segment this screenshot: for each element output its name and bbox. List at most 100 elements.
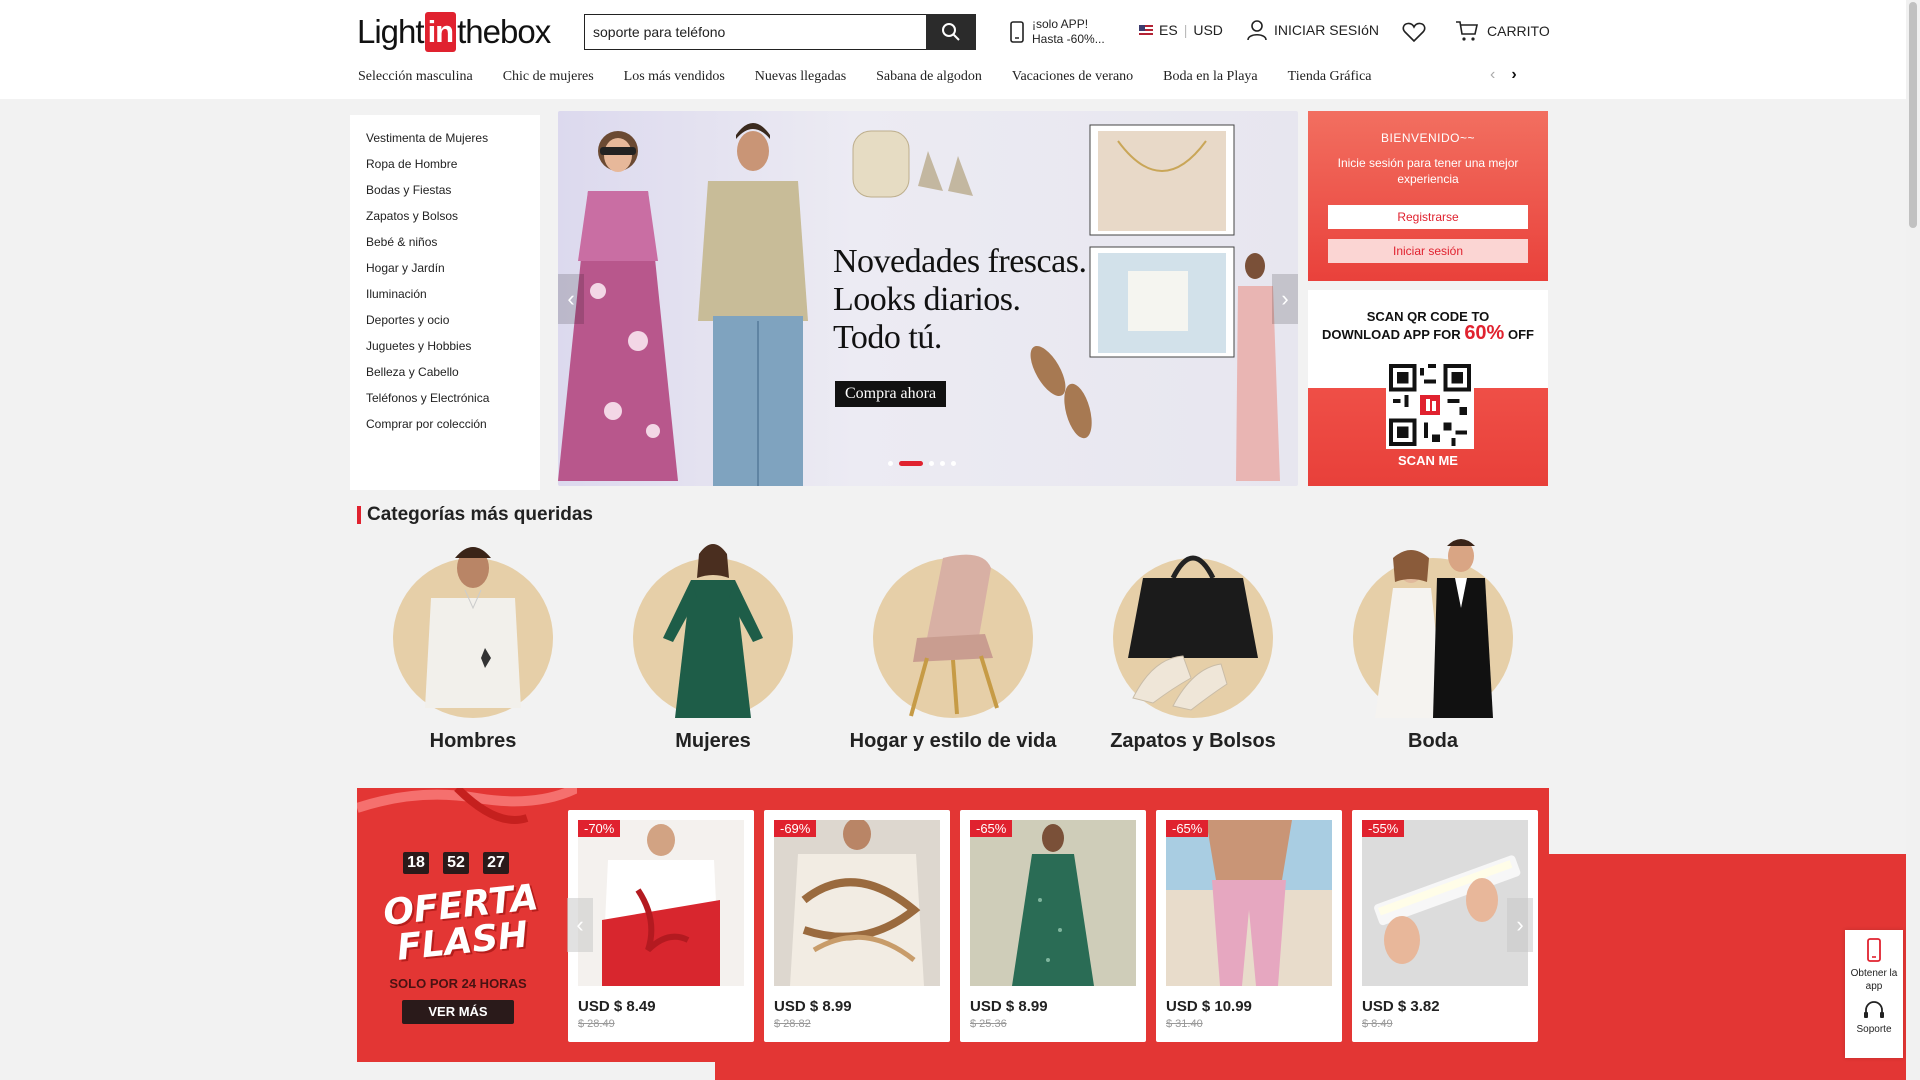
sidebar-category-item[interactable]: Juguetes y Hobbies <box>350 333 540 359</box>
sidebar-category-item[interactable]: Hogar y Jardín <box>350 255 540 281</box>
sidebar-category-item[interactable]: Belleza y Cabello <box>350 359 540 385</box>
category-sidebar: Vestimenta de Mujeres Ropa de Hombre Bodas… <box>350 115 540 490</box>
scrollbar-thumb[interactable] <box>1909 2 1917 228</box>
product-old-price: $ 28.49 <box>578 1018 615 1030</box>
flash-product-card[interactable]: -65% USD $ 8.99 $ 25.36 <box>960 810 1146 1042</box>
banner-dot[interactable] <box>929 461 934 466</box>
product-image <box>1166 820 1332 986</box>
shop-now-button[interactable]: Compra ahora <box>835 381 947 407</box>
nav-item[interactable]: Chic de mujeres <box>503 69 594 85</box>
banner-next-chevron-icon[interactable]: › <box>1272 274 1298 324</box>
discount-badge: -69% <box>774 820 817 837</box>
get-app-label: Obtener la app <box>1850 968 1898 992</box>
nav-item[interactable]: Los más vendidos <box>624 69 725 85</box>
banner-prev-chevron-icon[interactable]: ‹ <box>558 274 584 324</box>
nav-item[interactable]: Nuevas llegadas <box>755 69 846 85</box>
banner-dot[interactable] <box>951 461 956 466</box>
page-scrollbar[interactable] <box>1906 0 1920 1080</box>
nav-arrows: ‹ › <box>1490 66 1517 84</box>
nav-item[interactable]: Selección masculina <box>358 69 473 85</box>
nav-item[interactable]: Sabana de algodon <box>876 69 982 85</box>
product-image <box>970 820 1136 986</box>
wishlist-button[interactable] <box>1402 21 1426 48</box>
app-qr-box[interactable]: SCAN QR CODE TO DOWNLOAD APP FOR 60% OFF… <box>1308 290 1548 486</box>
phone-icon <box>1010 21 1024 43</box>
flash-prev-chevron-icon[interactable]: ‹ <box>567 898 593 952</box>
sidebar-category-item[interactable]: Bebé & niños <box>350 229 540 255</box>
support-label: Soporte <box>1856 1024 1892 1035</box>
sidebar-category-item[interactable]: Ropa de Hombre <box>350 151 540 177</box>
language-label: ES <box>1159 22 1178 38</box>
login-link[interactable]: INICIAR SESIóN <box>1246 19 1379 41</box>
sidebar-category-item[interactable]: Zapatos y Bolsos <box>350 203 540 229</box>
qr-code-image <box>1386 361 1474 449</box>
women-category-image <box>633 544 793 718</box>
wedding-category-image <box>1353 539 1513 718</box>
currency-label: USD <box>1193 22 1223 38</box>
sidebar-category-item[interactable]: Iluminación <box>350 281 540 307</box>
heart-icon <box>1402 22 1426 43</box>
user-icon <box>1247 20 1267 41</box>
register-button[interactable]: Registrarse <box>1328 205 1528 229</box>
search-button[interactable] <box>926 14 976 50</box>
phone-icon <box>1867 938 1881 962</box>
site-header: Lightinthebox ¡solo APP! Hasta -60%... E… <box>0 0 1907 1080</box>
category-label-shoes-bags: Zapatos y Bolsos <box>1110 730 1276 752</box>
flash-product-card[interactable]: -69% USD $ 8.99 $ 28.82 <box>764 810 950 1042</box>
popular-category-women[interactable]: Mujeres <box>593 538 833 753</box>
app-promo[interactable]: ¡solo APP! Hasta -60%... <box>1010 15 1105 49</box>
discount-badge: -65% <box>1166 820 1209 837</box>
flash-sale-title: OFERTA FLASH <box>381 877 544 969</box>
search-input[interactable] <box>584 14 926 50</box>
flash-product-card[interactable]: -70% USD $ 8.49 $ 28.49 <box>568 810 754 1042</box>
countdown-timer: 18 52 27 <box>403 852 509 874</box>
qr-line2-post: OFF <box>1507 327 1534 342</box>
app-promo-line2: Hasta -60%... <box>1032 32 1105 46</box>
top-nav: Selección masculina Chic de mujeres Los má… <box>358 66 1907 1080</box>
logo-text-in: in <box>424 12 457 52</box>
sidebar-category-item[interactable]: Bodas y Fiestas <box>350 177 540 203</box>
get-app-button[interactable]: Obtener la app <box>1845 930 1903 993</box>
hero-banner[interactable]: Novedades frescas. Looks diarios. Todo t… <box>558 111 1298 486</box>
sidebar-category-item[interactable]: Comprar por colección <box>350 411 540 437</box>
product-price: USD $ 8.99 <box>774 998 852 1015</box>
popular-category-wedding[interactable]: Boda <box>1313 538 1553 753</box>
sidebar-category-item[interactable]: Deportes y ocio <box>350 307 540 333</box>
flash-sale-section: 18 52 27 OFERTA FLASH SOLO POR 24 HORAS … <box>357 788 1549 1062</box>
qr-promo-text: SCAN QR CODE TO DOWNLOAD APP FOR 60% OFF <box>1308 290 1548 343</box>
welcome-subtitle: Inicie sesión para tener una mejor exper… <box>1337 156 1519 186</box>
sidebar-category-item[interactable]: Teléfonos y Electrónica <box>350 385 540 411</box>
cart-link[interactable]: CARRITO <box>1455 20 1550 42</box>
floating-help-panel: Obtener la app Soporte <box>1845 930 1903 1058</box>
popular-category-home[interactable]: Hogar y estilo de vida <box>833 538 1073 753</box>
nav-next-chevron-icon[interactable]: › <box>1511 66 1516 84</box>
site-logo[interactable]: Light in thebox <box>357 10 551 54</box>
see-more-button[interactable]: VER MÁS <box>402 1000 514 1024</box>
nav-prev-chevron-icon[interactable]: ‹ <box>1490 66 1495 84</box>
banner-line2: Looks diarios. <box>833 281 1021 318</box>
popular-category-men[interactable]: Hombres <box>353 538 593 753</box>
language-currency-selector[interactable]: ES | USD <box>1139 22 1223 38</box>
nav-item[interactable]: Tienda Gráfica <box>1288 69 1372 85</box>
popular-category-shoes-bags[interactable]: Zapatos y Bolsos <box>1073 538 1313 753</box>
flash-product-card[interactable]: -65% USD $ 10.99 $ 31.40 <box>1156 810 1342 1042</box>
logo-text-light: Light <box>357 13 425 50</box>
product-price: USD $ 8.99 <box>970 998 1048 1015</box>
product-price: USD $ 3.82 <box>1362 998 1440 1015</box>
support-button[interactable]: Soporte <box>1845 993 1903 1035</box>
category-label-wedding: Boda <box>1408 730 1458 752</box>
nav-item[interactable]: Vacaciones de verano <box>1012 69 1133 85</box>
banner-line3: Todo tú. <box>833 319 942 356</box>
sidebar-category-item[interactable]: Vestimenta de Mujeres <box>350 125 540 151</box>
banner-dot[interactable] <box>899 461 923 466</box>
flash-subtitle: SOLO POR 24 HORAS <box>389 976 527 991</box>
nav-item[interactable]: Boda en la Playa <box>1163 69 1257 85</box>
app-promo-line1: ¡solo APP! <box>1032 17 1089 31</box>
banner-dot[interactable] <box>940 461 945 466</box>
login-button[interactable]: Iniciar sesión <box>1328 239 1528 263</box>
category-label-home: Hogar y estilo de vida <box>849 730 1057 752</box>
home-category-image <box>873 554 1033 718</box>
banner-dot[interactable] <box>888 461 893 466</box>
banner-pagination <box>888 461 956 466</box>
flash-next-chevron-icon[interactable]: › <box>1507 898 1533 952</box>
